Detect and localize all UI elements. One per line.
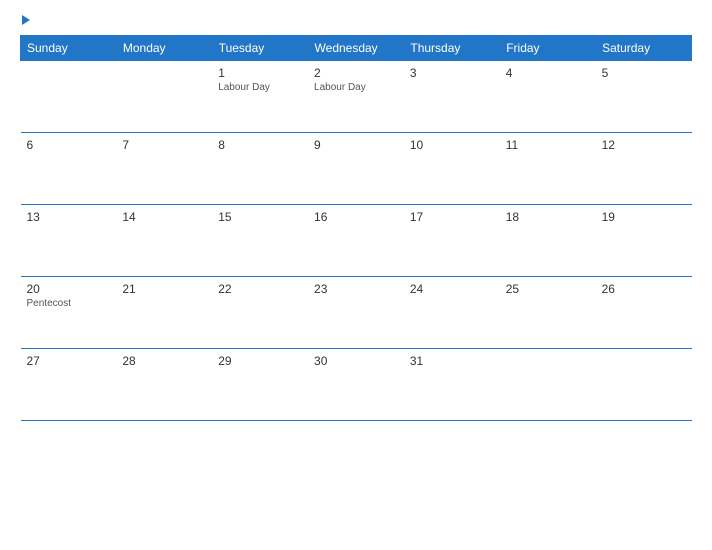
calendar-week-row: 20 Pentecost 21 22 23 24 25 26	[21, 277, 692, 349]
day-number: 31	[410, 354, 494, 368]
col-friday: Friday	[500, 36, 596, 61]
col-monday: Monday	[116, 36, 212, 61]
day-number: 22	[218, 282, 302, 296]
calendar-cell: 25	[500, 277, 596, 349]
calendar-cell: 27	[21, 349, 117, 421]
day-number: 10	[410, 138, 494, 152]
calendar-cell: 13	[21, 205, 117, 277]
calendar-cell: 28	[116, 349, 212, 421]
calendar-cell: 2 Labour Day	[308, 61, 404, 133]
day-number: 9	[314, 138, 398, 152]
calendar-cell: 8	[212, 133, 308, 205]
day-number: 29	[218, 354, 302, 368]
calendar-cell	[596, 349, 692, 421]
day-number: 25	[506, 282, 590, 296]
logo-blue-text	[20, 15, 30, 25]
day-number: 6	[27, 138, 111, 152]
day-number: 1	[218, 66, 302, 80]
calendar-cell: 24	[404, 277, 500, 349]
day-number: 14	[122, 210, 206, 224]
holiday-label: Labour Day	[314, 82, 398, 93]
day-number: 23	[314, 282, 398, 296]
day-number: 5	[602, 66, 686, 80]
day-number: 2	[314, 66, 398, 80]
calendar-cell: 12	[596, 133, 692, 205]
calendar-cell: 20 Pentecost	[21, 277, 117, 349]
day-number: 18	[506, 210, 590, 224]
calendar-cell: 11	[500, 133, 596, 205]
day-number: 16	[314, 210, 398, 224]
calendar-cell: 31	[404, 349, 500, 421]
calendar-table: Sunday Monday Tuesday Wednesday Thursday…	[20, 35, 692, 421]
calendar-week-row: 6789 10 11 12	[21, 133, 692, 205]
day-number: 8	[218, 138, 302, 152]
day-number: 24	[410, 282, 494, 296]
calendar-cell: 29	[212, 349, 308, 421]
calendar-cell: 6	[21, 133, 117, 205]
calendar-week-row: 13 14 15 16 17 18 19	[21, 205, 692, 277]
calendar-cell: 3	[404, 61, 500, 133]
calendar-cell: 19	[596, 205, 692, 277]
calendar-cell: 21	[116, 277, 212, 349]
calendar-cell: 7	[116, 133, 212, 205]
calendar-week-row: 27 28 29 30 31	[21, 349, 692, 421]
calendar-cell: 15	[212, 205, 308, 277]
calendar-header-row: Sunday Monday Tuesday Wednesday Thursday…	[21, 36, 692, 61]
calendar-cell: 4	[500, 61, 596, 133]
calendar-cell: 16	[308, 205, 404, 277]
day-number: 15	[218, 210, 302, 224]
calendar-cell: 18	[500, 205, 596, 277]
calendar-cell: 5	[596, 61, 692, 133]
day-number: 17	[410, 210, 494, 224]
calendar-cell: 30	[308, 349, 404, 421]
logo-triangle-icon	[22, 15, 30, 25]
day-number: 4	[506, 66, 590, 80]
calendar-cell: 14	[116, 205, 212, 277]
day-number: 3	[410, 66, 494, 80]
calendar-cell: 10	[404, 133, 500, 205]
col-thursday: Thursday	[404, 36, 500, 61]
calendar-cell: 17	[404, 205, 500, 277]
day-number: 30	[314, 354, 398, 368]
calendar-cell	[116, 61, 212, 133]
calendar-cell: 26	[596, 277, 692, 349]
col-saturday: Saturday	[596, 36, 692, 61]
day-number: 27	[27, 354, 111, 368]
calendar-cell: 9	[308, 133, 404, 205]
calendar-cell	[21, 61, 117, 133]
day-number: 13	[27, 210, 111, 224]
calendar-cell: 23	[308, 277, 404, 349]
day-number: 12	[602, 138, 686, 152]
holiday-label: Pentecost	[27, 298, 111, 309]
col-wednesday: Wednesday	[308, 36, 404, 61]
header	[20, 15, 692, 25]
page: Sunday Monday Tuesday Wednesday Thursday…	[0, 0, 712, 550]
calendar-week-row: 1 Labour Day 2 Labour Day 345	[21, 61, 692, 133]
day-number: 11	[506, 138, 590, 152]
day-number: 19	[602, 210, 686, 224]
calendar-cell	[500, 349, 596, 421]
calendar-cell: 1 Labour Day	[212, 61, 308, 133]
day-number: 20	[27, 282, 111, 296]
holiday-label: Labour Day	[218, 82, 302, 93]
col-tuesday: Tuesday	[212, 36, 308, 61]
day-number: 26	[602, 282, 686, 296]
day-number: 7	[122, 138, 206, 152]
calendar-cell: 22	[212, 277, 308, 349]
day-number: 28	[122, 354, 206, 368]
day-number: 21	[122, 282, 206, 296]
logo	[20, 15, 30, 25]
col-sunday: Sunday	[21, 36, 117, 61]
